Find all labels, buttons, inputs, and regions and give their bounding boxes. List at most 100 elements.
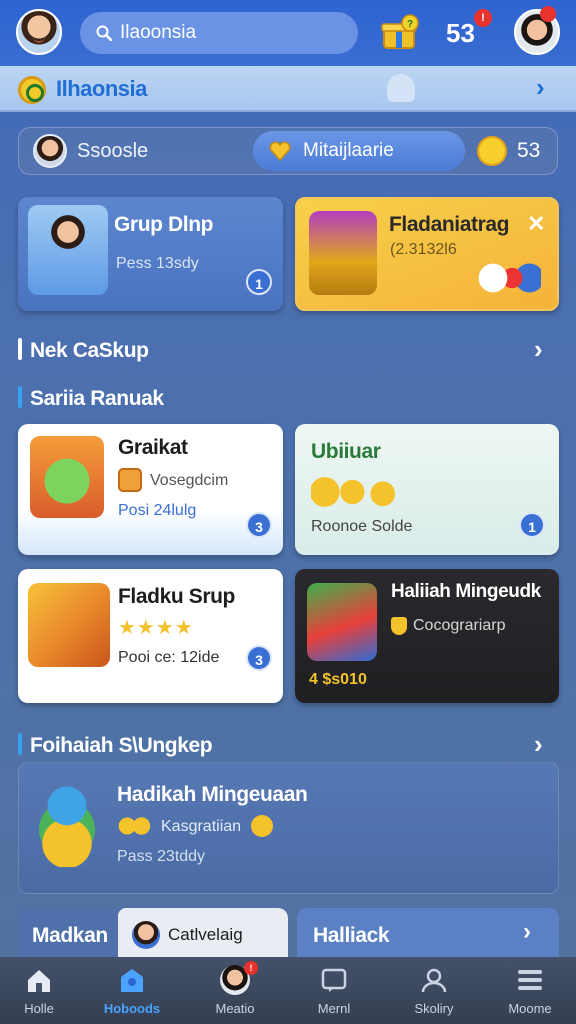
store-icon	[121, 969, 143, 992]
user-avatar[interactable]	[33, 134, 67, 168]
user-name: Ssoosle	[77, 140, 149, 162]
top-bar: ? 53 !	[0, 0, 576, 66]
card-subtitle: Vosegdcim	[150, 472, 229, 489]
section-header-nek[interactable]: Nek CaSkup	[18, 338, 149, 363]
card-title: Halliack	[313, 924, 390, 947]
chevron-right-icon[interactable]: ›	[523, 918, 531, 946]
nav-label: Moome	[508, 1001, 552, 1016]
notification-count[interactable]: 53	[446, 18, 475, 49]
trophy-icon	[391, 617, 407, 635]
card-subtitle: (2.3132l6	[390, 241, 457, 258]
home-icon	[28, 970, 50, 992]
card-title: Haliiah Mingeudk	[391, 581, 541, 602]
chevron-right-icon[interactable]: ›	[534, 334, 543, 365]
catalog-tab[interactable]: Catlvelaig	[118, 908, 288, 960]
gift-box-image	[307, 583, 377, 661]
card-subtitle: Kasgratiian	[161, 818, 242, 835]
smile-coin-icon	[477, 136, 507, 166]
featured-card-group[interactable]: Grup Dlnp Pess 13sdy 1	[18, 197, 283, 311]
bottom-nav: Holle Hoboods ! Meatio Mernl Skoliry Moo…	[0, 957, 576, 1024]
nav-label: Mernl	[317, 1001, 351, 1016]
grid-card-haliiah[interactable]: Haliiah Mingeudk Cocograriarp 4 $s010	[295, 569, 559, 703]
nav-meatio[interactable]: ! Meatio	[186, 957, 284, 1024]
bottom-card-halliack[interactable]: Halliack ›	[297, 908, 559, 960]
card-subtitle: Cocograriarp	[413, 617, 506, 634]
chat-icon[interactable]	[387, 74, 415, 102]
group-avatar-image	[28, 205, 108, 295]
search-input[interactable]	[120, 22, 340, 44]
card-title: Hadikah Mingeuaan	[117, 783, 308, 806]
message-icon	[321, 968, 347, 992]
nav-hoboods[interactable]: Hoboods	[78, 957, 186, 1024]
nav-home[interactable]: Holle	[0, 957, 78, 1024]
nav-skoliry[interactable]: Skoliry	[384, 957, 484, 1024]
card-title: Graikat	[118, 436, 188, 459]
rating-stars: ★★★★	[118, 617, 194, 639]
treasure-chest-image	[309, 211, 377, 295]
count-button[interactable]: 3	[246, 512, 272, 538]
coins-icon	[117, 815, 151, 837]
card-title: Ubiiuar	[311, 440, 381, 463]
monster-image	[30, 436, 104, 518]
coin-icon	[18, 76, 46, 104]
card-subtitle: Roonoe Solde	[311, 518, 413, 535]
status-row: Ssoosle Mitaijlaarie 53	[18, 127, 558, 175]
friend-badge	[540, 6, 556, 22]
card-detail: Pass 23tddy	[117, 848, 206, 865]
heart-icon	[269, 141, 291, 162]
nav-label: Meatio	[215, 1001, 255, 1016]
user-avatar	[132, 921, 160, 949]
section-title: Nek CaSkup	[30, 339, 149, 362]
close-icon[interactable]: ✕	[527, 211, 545, 237]
card-title: Fladaniatrag	[389, 213, 510, 236]
nav-badge: !	[244, 961, 258, 975]
coin-count: 53	[517, 139, 541, 162]
nav-label: Skoliry	[414, 1001, 454, 1016]
nav-label: Hoboods	[103, 1001, 161, 1016]
puzzle-blocks-image	[28, 583, 110, 667]
coins-icon	[311, 474, 403, 510]
box-icon	[118, 468, 142, 492]
search-icon	[96, 25, 112, 41]
mascot-image	[27, 773, 107, 867]
search-bar[interactable]	[80, 12, 358, 54]
section-title: Sariia Ranuak	[30, 387, 164, 410]
region-title: Ilhaonsia	[56, 76, 147, 101]
grid-card-fladku[interactable]: Fladku Srup ★★★★ Pooi ce: 12ide 3	[18, 569, 283, 703]
nav-mernl[interactable]: Mernl	[284, 957, 384, 1024]
grid-card-ubiiuar[interactable]: Ubiiuar Roonoe Solde 1	[295, 424, 559, 555]
count-button[interactable]: 1	[519, 512, 545, 538]
card-title: Fladku Srup	[118, 585, 235, 608]
nav-label: Holle	[24, 1001, 54, 1016]
card-subtitle: Pess 13sdy	[116, 255, 199, 272]
section-header-sariia: Sariia Ranuak	[18, 386, 164, 411]
card-detail: Posi 24lulg	[118, 502, 197, 519]
card-subtitle: Pooi ce: 12ide	[118, 649, 220, 666]
svg-text:?: ?	[407, 19, 413, 30]
section-header-foihaiah[interactable]: Foihaiah S\Ungkep	[18, 733, 213, 758]
bottom-card-madkan[interactable]: Madkan Catlvelaig	[18, 908, 288, 960]
nav-moome[interactable]: Moome	[484, 957, 576, 1024]
menu-icon	[518, 970, 542, 990]
count-button[interactable]: 3	[246, 645, 272, 671]
profile-avatar[interactable]	[16, 9, 62, 55]
section-title: Foihaiah S\Ungkep	[30, 734, 213, 757]
card-title: Grup Dlnp	[114, 213, 214, 236]
notification-badge: !	[474, 9, 492, 27]
membership-label: Mitaijlaarie	[303, 140, 394, 161]
smile-coin-icon	[251, 815, 273, 837]
catalog-label: Catlvelaig	[168, 925, 243, 944]
count-button[interactable]: 1	[246, 269, 272, 295]
profile-icon	[421, 968, 447, 993]
gift-icon[interactable]: ?	[380, 14, 422, 50]
chevron-right-icon[interactable]: ›	[536, 72, 545, 103]
weekly-reward-card[interactable]: Hadikah Mingeuaan Kasgratiian Pass 23tdd…	[18, 762, 559, 894]
membership-pill[interactable]: Mitaijlaarie	[253, 131, 465, 171]
featured-card-fladaniatrag[interactable]: Fladaniatrag (2.3132l6 ✕	[295, 197, 559, 311]
grid-card-graikat[interactable]: Graikat Vosegdcim Posi 24lulg 3	[18, 424, 283, 555]
price-label: 4 $s010	[309, 671, 367, 688]
card-title: Madkan	[32, 924, 108, 947]
dice-icon	[477, 263, 541, 293]
chevron-right-icon[interactable]: ›	[534, 729, 543, 760]
region-bar[interactable]: Ilhaonsia ›	[0, 66, 576, 112]
